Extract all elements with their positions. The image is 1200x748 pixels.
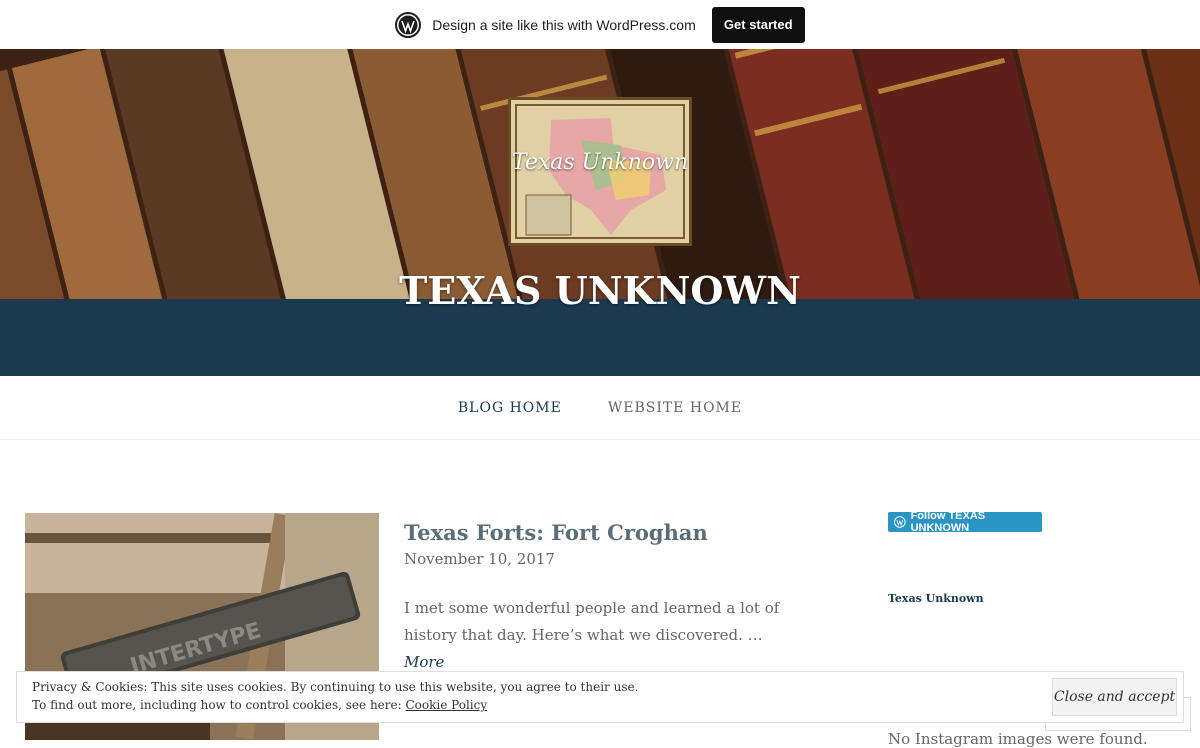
instagram-widget-text: No Instagram images were found. xyxy=(888,730,1148,748)
close-and-accept-button[interactable]: Close and accept xyxy=(1052,678,1177,716)
wordpress-promo-bar: Design a site like this with WordPress.c… xyxy=(0,0,1200,49)
nav-item-website-home[interactable]: WEBSITE HOME xyxy=(608,400,742,416)
post-title[interactable]: Texas Forts: Fort Croghan xyxy=(404,520,708,545)
site-title[interactable]: TEXAS UNKNOWN xyxy=(0,268,1200,313)
main-nav: BLOG HOME WEBSITE HOME xyxy=(0,376,1200,440)
more-link[interactable]: More xyxy=(404,653,444,671)
cookie-banner: Privacy & Cookies: This site uses cookie… xyxy=(16,671,1184,723)
wordpress-logo-icon[interactable] xyxy=(395,11,422,38)
excerpt-text: I met some wonderful people and learned … xyxy=(404,599,780,644)
follow-button[interactable]: Follow TEXAS UNKNOWN xyxy=(888,510,1042,534)
promo-text: Design a site like this with WordPress.c… xyxy=(432,16,696,33)
post-date[interactable]: November 10, 2017 xyxy=(404,550,555,568)
site-logo[interactable]: Texas Unknown xyxy=(508,97,692,246)
widget-title: Texas Unknown xyxy=(888,592,984,605)
cookie-text-line1: Privacy & Cookies: This site uses cookie… xyxy=(32,680,639,694)
wordpress-icon xyxy=(894,516,906,528)
logo-script-text: Texas Unknown xyxy=(511,150,689,175)
nav-item-blog-home[interactable]: BLOG HOME xyxy=(458,400,562,416)
get-started-button[interactable]: Get started xyxy=(711,6,805,43)
cookie-text-line2: To find out more, including how to contr… xyxy=(32,698,487,712)
cookie-policy-link[interactable]: Cookie Policy xyxy=(405,698,487,712)
post-excerpt: I met some wonderful people and learned … xyxy=(404,595,794,676)
follow-button-label: Follow TEXAS UNKNOWN xyxy=(910,510,986,534)
cookie-text-prefix: To find out more, including how to contr… xyxy=(32,698,406,712)
